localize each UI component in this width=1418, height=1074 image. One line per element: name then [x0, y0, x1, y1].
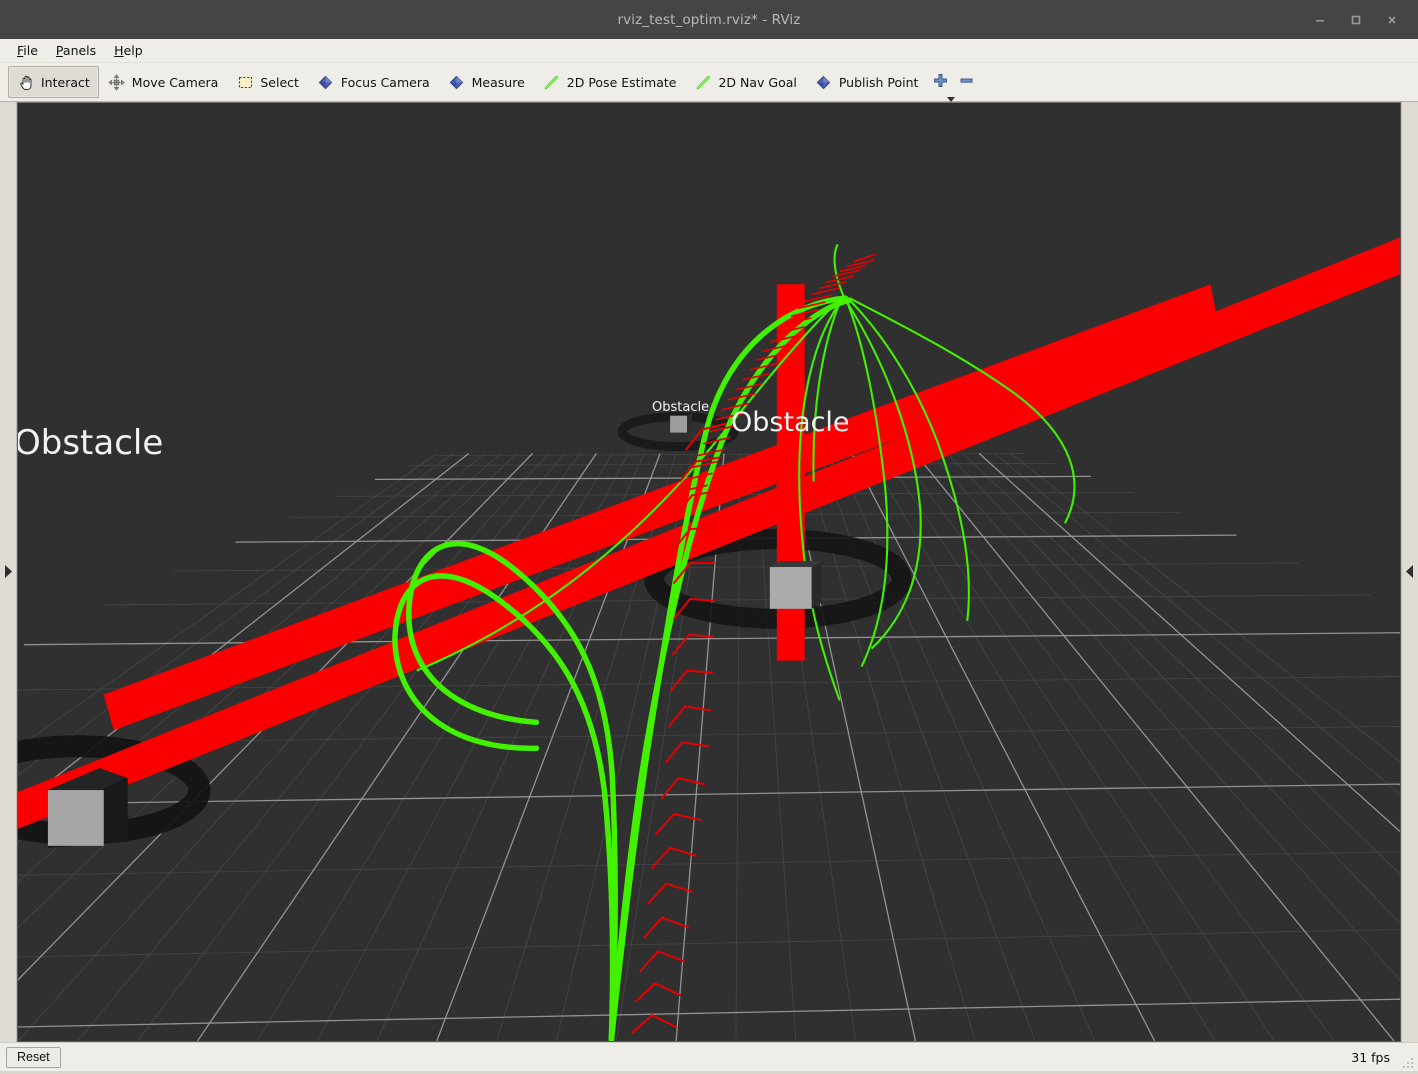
tool-publish-point[interactable]: Publish Point	[806, 66, 928, 98]
tool-2d-pose-estimate-label: 2D Pose Estimate	[566, 74, 677, 90]
title-bar: rviz_test_optim.rviz* - RViz	[0, 0, 1418, 39]
tool-select[interactable]: Select	[227, 66, 308, 98]
tool-select-label: Select	[260, 74, 299, 90]
viewport-background	[18, 103, 1400, 1041]
menu-file-rest: ile	[23, 43, 38, 58]
move-camera-icon	[108, 73, 126, 91]
tool-publish-point-label: Publish Point	[838, 74, 919, 90]
reset-button[interactable]: Reset	[6, 1046, 61, 1068]
tool-focus-camera[interactable]: Focus Camera	[308, 66, 439, 98]
left-panel-expand-handle[interactable]	[0, 102, 17, 1042]
select-rect-icon	[236, 73, 254, 91]
tool-2d-nav-goal[interactable]: 2D Nav Goal	[685, 66, 805, 98]
tool-move-camera[interactable]: Move Camera	[99, 66, 228, 98]
tool-bar: Interact Move Camera Select Focus Camera…	[0, 63, 1418, 102]
right-panel-expand-handle[interactable]	[1401, 102, 1418, 1042]
window-controls	[1302, 0, 1410, 39]
window-title: rviz_test_optim.rviz* - RViz	[617, 11, 801, 28]
diamond-icon	[317, 73, 335, 91]
menu-bar: File Panels Help	[0, 39, 1418, 63]
remove-tool-button[interactable]	[953, 67, 979, 97]
menu-panels-rest: anels	[62, 43, 97, 58]
fps-indicator: 31 fps	[1351, 1049, 1390, 1065]
menu-panels[interactable]: Panels	[47, 41, 105, 60]
tool-interact[interactable]: Interact	[8, 66, 99, 98]
status-bar: Reset 31 fps	[0, 1042, 1418, 1071]
central-area: Obstacle Obstacle Obstacle	[0, 102, 1418, 1042]
minus-icon	[959, 73, 974, 92]
obstacle-cube-center	[769, 561, 822, 609]
expand-left-triangle-icon	[1406, 563, 1414, 582]
diamond-icon	[815, 73, 833, 91]
tool-2d-pose-estimate[interactable]: 2D Pose Estimate	[534, 66, 686, 98]
render-viewport-3d[interactable]: Obstacle Obstacle Obstacle	[17, 102, 1401, 1042]
tool-focus-camera-label: Focus Camera	[340, 74, 430, 90]
tool-measure[interactable]: Measure	[439, 66, 534, 98]
tool-move-camera-label: Move Camera	[131, 74, 219, 90]
rviz-main-window: rviz_test_optim.rviz* - RViz File Panels…	[0, 0, 1418, 1071]
minimize-button[interactable]	[1302, 5, 1338, 35]
menu-panels-mnemonic: P	[55, 43, 63, 58]
green-arrow-icon	[694, 73, 712, 91]
hand-cursor-icon	[17, 73, 35, 91]
menu-file[interactable]: File	[8, 41, 47, 60]
menu-help-mnemonic: H	[114, 43, 124, 58]
menu-help[interactable]: Help	[105, 41, 152, 60]
close-button[interactable]	[1374, 5, 1410, 35]
diamond-icon	[448, 73, 466, 91]
resize-grip[interactable]	[1401, 1055, 1415, 1069]
scene-3d	[18, 103, 1400, 1041]
menu-help-rest: elp	[123, 43, 143, 58]
tool-interact-label: Interact	[41, 74, 90, 90]
tool-measure-label: Measure	[471, 74, 525, 90]
maximize-button[interactable]	[1338, 5, 1374, 35]
expand-right-triangle-icon	[4, 563, 12, 582]
tool-2d-nav-goal-label: 2D Nav Goal	[718, 74, 797, 90]
green-arrow-icon	[543, 73, 561, 91]
toolbar-overflow-button[interactable]	[946, 88, 956, 102]
obstacle-cube-far	[670, 412, 693, 433]
